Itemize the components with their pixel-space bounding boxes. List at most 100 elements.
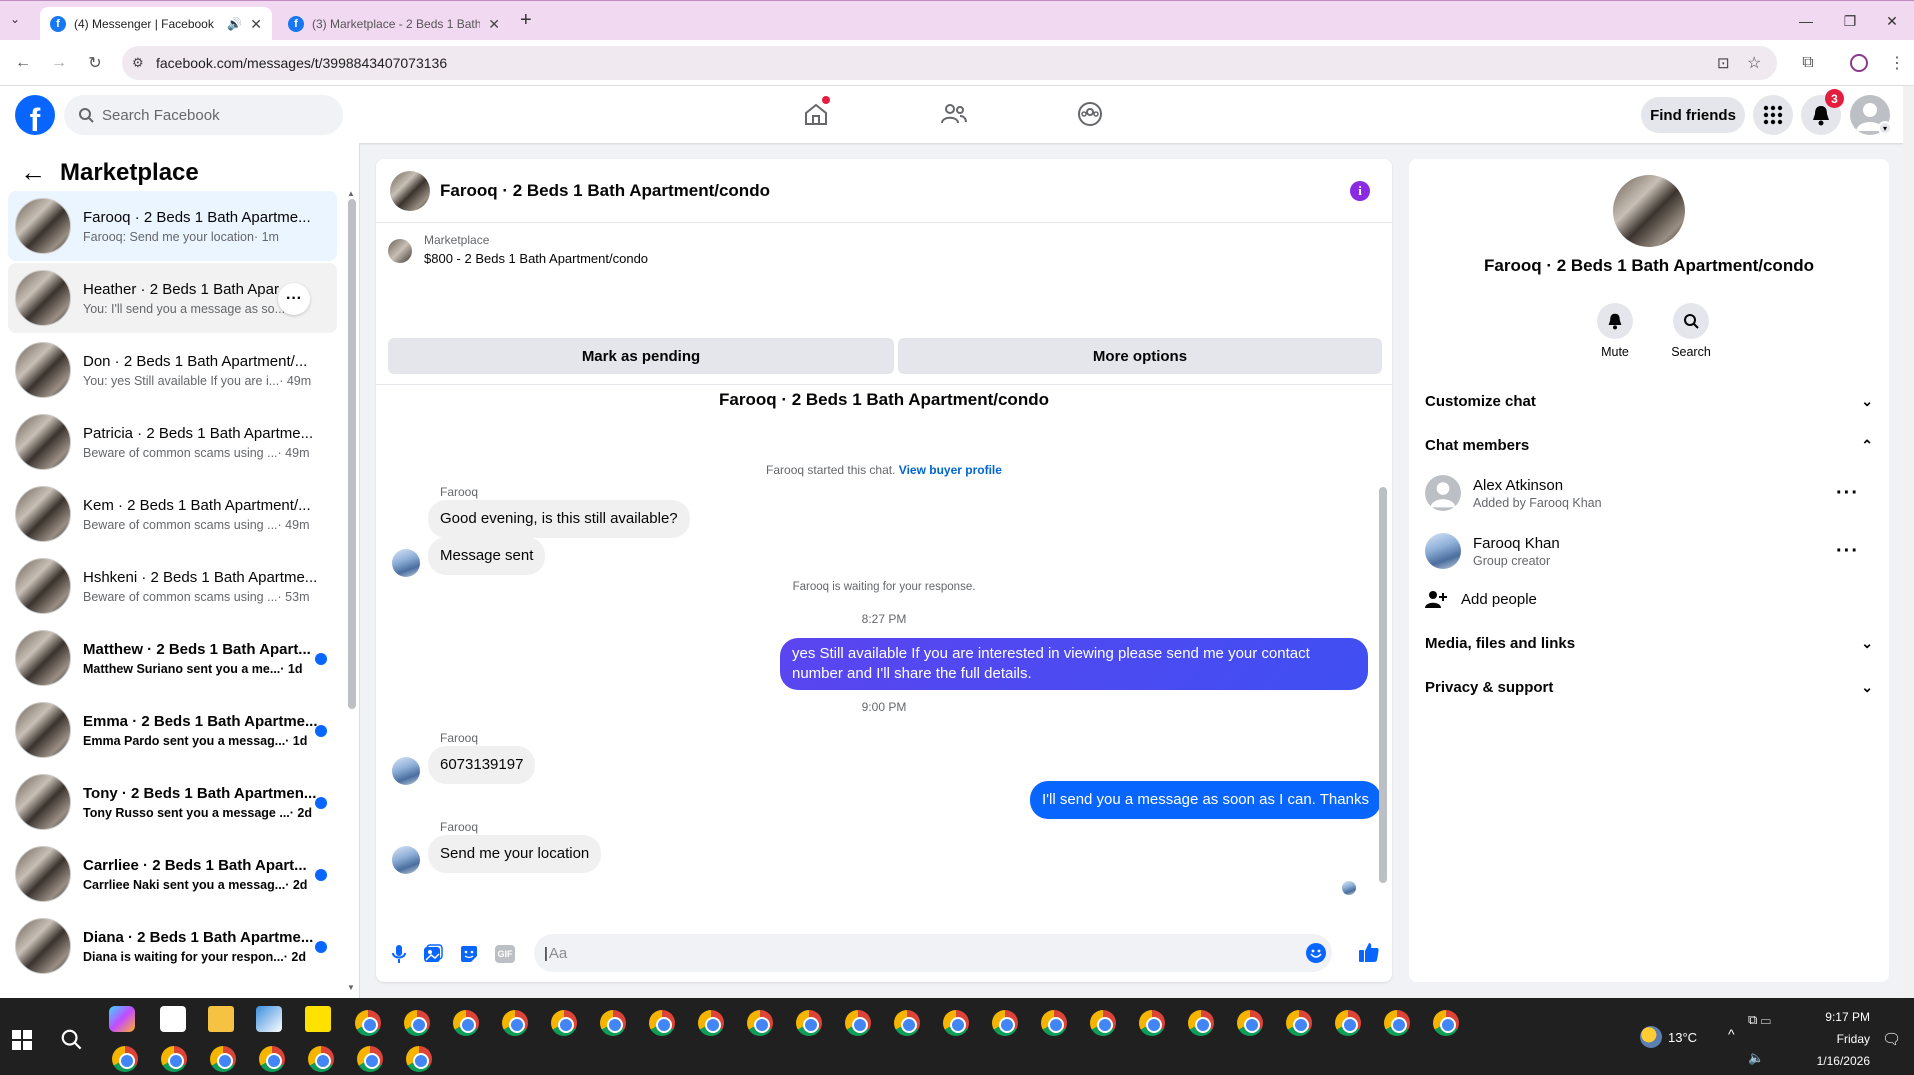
chrome-taskbar-icon[interactable]: [551, 1010, 577, 1036]
clock-day[interactable]: Friday: [1790, 1032, 1870, 1046]
new-tab-icon[interactable]: +: [520, 9, 532, 32]
bookmark-star-icon[interactable]: ☆: [1747, 53, 1761, 73]
facebook-logo[interactable]: f: [15, 95, 55, 135]
tab-messenger[interactable]: f (4) Messenger | Facebook 🔊 ✕: [40, 7, 272, 41]
tab-search-icon[interactable]: ⌄: [10, 12, 28, 30]
media-files-row[interactable]: Media, files and links ⌄: [1425, 625, 1873, 661]
incoming-message[interactable]: Message sent: [428, 537, 546, 575]
chrome-taskbar-icon[interactable]: [943, 1010, 969, 1036]
taskbar-search-icon[interactable]: [60, 1028, 82, 1050]
conversation-item[interactable]: Farooq · 2 Beds 1 Bath Apartme... Farooq:…: [8, 191, 337, 261]
chrome-taskbar-icon[interactable]: [1335, 1010, 1361, 1036]
listing-thumbnail[interactable]: [388, 239, 412, 263]
speaker-icon[interactable]: 🔊: [227, 17, 242, 31]
chrome-taskbar-icon[interactable]: [845, 1010, 871, 1036]
find-friends-button[interactable]: Find friends: [1641, 97, 1745, 133]
conversation-list-scrollbar[interactable]: [348, 199, 356, 709]
more-options-button[interactable]: More options: [898, 338, 1382, 374]
conversation-item[interactable]: Carrliee · 2 Beds 1 Bath Apart... Carrlie…: [8, 839, 337, 909]
thread-scrollbar[interactable]: [1378, 385, 1388, 913]
chrome-taskbar-icon[interactable]: [355, 1010, 381, 1036]
more-icon[interactable]: ···: [1836, 540, 1859, 563]
paint-icon[interactable]: [256, 1006, 282, 1032]
chrome-taskbar-icon[interactable]: [112, 1046, 138, 1072]
chrome-taskbar-icon[interactable]: [210, 1046, 236, 1072]
close-tab-icon[interactable]: ✕: [488, 16, 500, 33]
chrome-taskbar-icon[interactable]: [1237, 1010, 1263, 1036]
mute-button[interactable]: Mute: [1595, 303, 1635, 359]
view-buyer-profile-link[interactable]: View buyer profile: [899, 463, 1002, 477]
weather-temp[interactable]: 13°C: [1668, 1030, 1697, 1045]
notifications-button[interactable]: 3: [1801, 89, 1844, 135]
chrome-taskbar-icon[interactable]: [259, 1046, 285, 1072]
chrome-taskbar-icon[interactable]: [1286, 1010, 1312, 1036]
facebook-search-input[interactable]: Search Facebook: [64, 95, 343, 135]
minimize-icon[interactable]: —: [1786, 9, 1826, 33]
chat-title[interactable]: Farooq · 2 Beds 1 Bath Apartment/condo: [440, 181, 770, 201]
chrome-taskbar-icon[interactable]: [502, 1010, 528, 1036]
message-input[interactable]: | Aa: [534, 934, 1332, 972]
profile-icon[interactable]: [1850, 54, 1868, 72]
conversation-item[interactable]: Patricia · 2 Beds 1 Bath Apartme... Bewar…: [8, 407, 337, 477]
chrome-taskbar-icon[interactable]: [992, 1010, 1018, 1036]
chrome-taskbar-icon[interactable]: [1090, 1010, 1116, 1036]
details-listing-photo[interactable]: [1613, 175, 1685, 247]
info-icon[interactable]: i: [1350, 181, 1370, 201]
page-scrollbar[interactable]: [1903, 86, 1914, 998]
chrome-taskbar-icon[interactable]: [600, 1010, 626, 1036]
gif-icon[interactable]: GIF: [494, 943, 516, 965]
copilot-icon[interactable]: [109, 1006, 135, 1032]
site-info-icon[interactable]: ⚙: [132, 55, 144, 71]
chrome-taskbar-icon[interactable]: [453, 1010, 479, 1036]
mark-as-pending-button[interactable]: Mark as pending: [388, 338, 894, 374]
restore-icon[interactable]: ❐: [1830, 9, 1870, 33]
weather-icon[interactable]: [1640, 1026, 1662, 1048]
sender-avatar[interactable]: [392, 846, 420, 874]
listing-title[interactable]: $800 - 2 Beds 1 Bath Apartment/condo: [424, 251, 648, 266]
search-in-chat-button[interactable]: Search: [1665, 303, 1717, 359]
clock-date[interactable]: 1/16/2026: [1790, 1054, 1870, 1068]
install-app-icon[interactable]: ⊡: [1717, 54, 1730, 72]
add-people-row[interactable]: Add people: [1425, 581, 1873, 617]
privacy-support-row[interactable]: Privacy & support ⌄: [1425, 669, 1873, 705]
extensions-icon[interactable]: ⧉: [1797, 52, 1819, 74]
menu-button[interactable]: [1753, 95, 1793, 135]
chrome-taskbar-icon[interactable]: [404, 1010, 430, 1036]
account-avatar-button[interactable]: ▾: [1850, 95, 1892, 135]
close-tab-icon[interactable]: ✕: [250, 16, 262, 33]
chrome-taskbar-icon[interactable]: [1188, 1010, 1214, 1036]
chrome-taskbar-icon[interactable]: [308, 1046, 334, 1072]
photo-icon[interactable]: [422, 943, 444, 965]
more-icon[interactable]: ···: [278, 283, 310, 315]
chrome-taskbar-icon[interactable]: [1433, 1010, 1459, 1036]
conversation-item[interactable]: Diana · 2 Beds 1 Bath Apartme... Diana is…: [8, 911, 337, 981]
sticker-icon[interactable]: [458, 943, 480, 965]
outgoing-message[interactable]: I'll send you a message as soon as I can…: [1030, 781, 1381, 819]
chrome-taskbar-icon[interactable]: [161, 1046, 187, 1072]
chat-listing-thumbnail[interactable]: [390, 170, 430, 211]
conversation-item[interactable]: Tony · 2 Beds 1 Bath Apartmen... Tony Rus…: [8, 767, 337, 837]
conversation-item[interactable]: Matthew · 2 Beds 1 Bath Apart... Matthew …: [8, 623, 337, 693]
scroll-up-icon[interactable]: ▲: [347, 189, 355, 198]
incoming-message[interactable]: 6073139197: [428, 746, 536, 784]
microphone-icon[interactable]: [388, 943, 410, 965]
tab-marketplace[interactable]: f (3) Marketplace - 2 Beds 1 Bath ✕: [278, 7, 510, 41]
sender-avatar[interactable]: [392, 757, 420, 785]
member-row[interactable]: Farooq Khan Group creator ···: [1425, 527, 1873, 575]
chrome-taskbar-icon[interactable]: [698, 1010, 724, 1036]
snipping-tool-icon[interactable]: [160, 1006, 186, 1032]
chat-members-row[interactable]: Chat members ⌃: [1425, 427, 1873, 463]
forward-icon[interactable]: →: [48, 52, 70, 74]
windows-start-icon[interactable]: [12, 1030, 32, 1050]
groups-nav-button[interactable]: [1070, 96, 1110, 132]
home-nav-button[interactable]: [796, 96, 836, 132]
chrome-taskbar-icon[interactable]: [747, 1010, 773, 1036]
chrome-taskbar-icon[interactable]: [796, 1010, 822, 1036]
close-window-icon[interactable]: ✕: [1872, 9, 1912, 33]
chrome-menu-icon[interactable]: ⋮: [1886, 52, 1908, 74]
sender-avatar[interactable]: [392, 549, 420, 577]
chrome-taskbar-icon[interactable]: [649, 1010, 675, 1036]
clock-time[interactable]: 9:17 PM: [1790, 1010, 1870, 1024]
emoji-icon[interactable]: [1306, 943, 1326, 963]
volume-icon[interactable]: 🔈: [1748, 1050, 1764, 1066]
